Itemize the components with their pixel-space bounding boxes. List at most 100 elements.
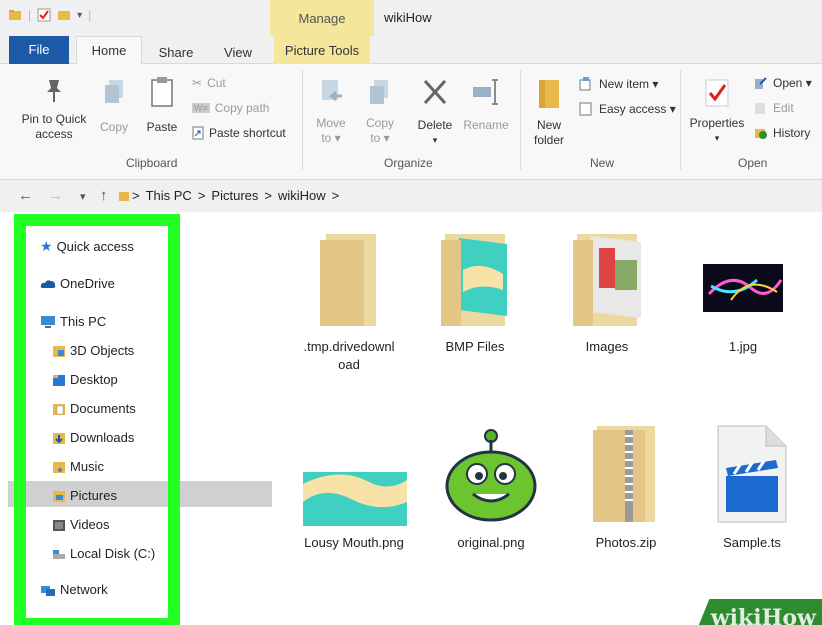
manage-context-tab[interactable]: Manage bbox=[270, 0, 374, 36]
copy-path-button[interactable]: W≡ Copy path bbox=[192, 101, 269, 115]
new-folder-icon[interactable] bbox=[57, 8, 71, 22]
navigation-pane: ★ Quick access OneDrive This PC 3D Objec… bbox=[0, 212, 272, 625]
paste-label: Paste bbox=[146, 120, 178, 134]
wikihow-watermark-logo: wikiHow bbox=[694, 599, 822, 625]
file-item[interactable]: Photos.zip bbox=[576, 422, 676, 552]
move-to-label: Move to ▾ bbox=[316, 116, 346, 145]
open-button[interactable]: Open ▾ bbox=[754, 76, 812, 90]
file-name: Photos.zip bbox=[595, 535, 657, 550]
easy-access-button[interactable]: Easy access ▾ bbox=[578, 101, 676, 117]
copy-to-button[interactable]: Copy to ▾ bbox=[360, 78, 400, 146]
breadcrumb-wikihow[interactable]: wikiHow bbox=[278, 188, 326, 203]
open-icon bbox=[755, 77, 767, 89]
group-separator bbox=[302, 70, 303, 170]
file-item[interactable]: 1.jpg bbox=[698, 230, 788, 356]
up-arrow-icon[interactable]: ↑ bbox=[100, 187, 108, 204]
new-folder-icon bbox=[539, 80, 559, 108]
images-folder-icon bbox=[573, 234, 641, 326]
delete-dropdown-icon[interactable]: ▾ bbox=[414, 133, 456, 148]
history-button[interactable]: History bbox=[754, 126, 810, 140]
easy-access-icon bbox=[579, 102, 592, 116]
ribbon: Pin to Quick access Copy Paste ✂ Cut W≡ Co… bbox=[0, 64, 822, 180]
new-item-button[interactable]: New item ▾ bbox=[578, 76, 658, 92]
cut-button[interactable]: ✂ Cut bbox=[192, 76, 226, 90]
tab-file[interactable]: File bbox=[9, 36, 69, 64]
file-item[interactable]: Sample.ts bbox=[702, 422, 802, 552]
file-name: Images bbox=[585, 339, 629, 354]
file-item[interactable]: original.png bbox=[436, 422, 546, 552]
delete-button[interactable]: Delete ▾ bbox=[414, 76, 456, 148]
clipboard-icon bbox=[151, 77, 173, 107]
move-to-button[interactable]: Move to ▾ bbox=[308, 78, 354, 146]
properties-check-icon[interactable] bbox=[37, 8, 51, 22]
copy-to-icon bbox=[370, 80, 388, 104]
properties-dropdown-icon[interactable]: ▾ bbox=[686, 131, 748, 146]
rename-button[interactable]: Rename bbox=[460, 76, 512, 133]
file-name: .tmp.drivedownl oad bbox=[303, 339, 395, 372]
open-label: Open ▾ bbox=[773, 76, 812, 90]
easy-access-label: Easy access ▾ bbox=[599, 102, 676, 116]
tab-picture-tools[interactable]: Picture Tools bbox=[274, 36, 370, 64]
ribbon-tabs: File Home Share View Picture Tools bbox=[0, 36, 822, 64]
quick-access-toolbar: | ▾ | bbox=[8, 8, 91, 22]
paste-shortcut-button[interactable]: Paste shortcut bbox=[192, 126, 286, 140]
copy-label: Copy bbox=[99, 120, 128, 134]
breadcrumb-separator: > bbox=[132, 188, 140, 203]
breadcrumb-pictures[interactable]: Pictures bbox=[211, 188, 258, 203]
copy-path-icon: W≡ bbox=[192, 103, 210, 113]
rename-label: Rename bbox=[463, 118, 509, 132]
file-item[interactable]: Lousy Mouth.png bbox=[294, 422, 414, 552]
tab-share[interactable]: Share bbox=[148, 40, 204, 64]
bmp-folder-icon bbox=[441, 234, 507, 326]
pin-label: Pin to Quick access bbox=[21, 112, 87, 141]
address-bar: ← → ▾ ↑ > This PC > Pictures > wikiHow > bbox=[0, 180, 822, 212]
customize-dropdown-icon[interactable]: ▾ bbox=[77, 10, 82, 21]
forward-arrow-icon[interactable]: → bbox=[48, 187, 63, 204]
image-thumbnail bbox=[437, 422, 545, 526]
clipboard-group-label: Clipboard bbox=[126, 156, 178, 170]
divider: | bbox=[88, 8, 92, 22]
divider: | bbox=[28, 8, 32, 22]
properties-label: Properties bbox=[689, 116, 745, 130]
pin-icon bbox=[47, 80, 61, 102]
file-item[interactable]: Images bbox=[562, 230, 652, 356]
pin-to-quick-access-button[interactable]: Pin to Quick access bbox=[14, 78, 94, 142]
properties-button[interactable]: Properties ▾ bbox=[686, 76, 748, 146]
new-item-label: New item ▾ bbox=[599, 77, 659, 91]
tab-view[interactable]: View bbox=[212, 40, 264, 64]
scissors-icon: ✂ bbox=[192, 76, 203, 90]
file-item[interactable]: BMP Files bbox=[430, 230, 520, 356]
tab-home[interactable]: Home bbox=[76, 36, 142, 64]
rename-icon bbox=[473, 79, 498, 105]
shortcut-icon bbox=[192, 126, 204, 140]
copy-path-label: Copy path bbox=[214, 101, 270, 115]
breadcrumb-this-pc[interactable]: This PC bbox=[146, 188, 192, 203]
delete-x-icon bbox=[423, 79, 447, 105]
recent-locations-chevron-icon[interactable]: ▾ bbox=[80, 190, 86, 203]
edit-label: Edit bbox=[773, 101, 794, 115]
properties-check-icon bbox=[705, 79, 729, 107]
new-folder-label: New folder bbox=[533, 118, 565, 147]
new-folder-button[interactable]: New folder bbox=[526, 76, 572, 148]
breadcrumb: > This PC > Pictures > wikiHow > bbox=[132, 188, 339, 203]
cut-label: Cut bbox=[207, 76, 226, 90]
file-name: BMP Files bbox=[445, 339, 505, 354]
main-area: ★ Quick access OneDrive This PC 3D Objec… bbox=[0, 212, 822, 625]
file-name: 1.jpg bbox=[728, 339, 758, 354]
paste-button[interactable]: Paste bbox=[142, 76, 182, 135]
file-item[interactable]: .tmp.drivedownl oad bbox=[294, 230, 404, 374]
paste-shortcut-label: Paste shortcut bbox=[209, 126, 286, 140]
file-list: .tmp.drivedownl oad BMP Files Images 1.j… bbox=[272, 212, 822, 625]
new-group-label: New bbox=[590, 156, 615, 170]
folder-icon bbox=[320, 234, 376, 326]
window-title: wikiHow bbox=[384, 10, 432, 25]
back-arrow-icon[interactable]: ← bbox=[18, 187, 33, 204]
video-file-icon bbox=[717, 425, 787, 523]
copy-to-label: Copy to ▾ bbox=[365, 116, 394, 145]
edit-button[interactable]: Edit bbox=[754, 101, 794, 115]
copy-button[interactable]: Copy bbox=[96, 78, 132, 135]
breadcrumb-separator: > bbox=[264, 188, 272, 203]
title-bar: | ▾ | Manage wikiHow bbox=[0, 0, 822, 36]
image-thumbnail bbox=[303, 472, 407, 526]
history-label: History bbox=[773, 126, 811, 140]
